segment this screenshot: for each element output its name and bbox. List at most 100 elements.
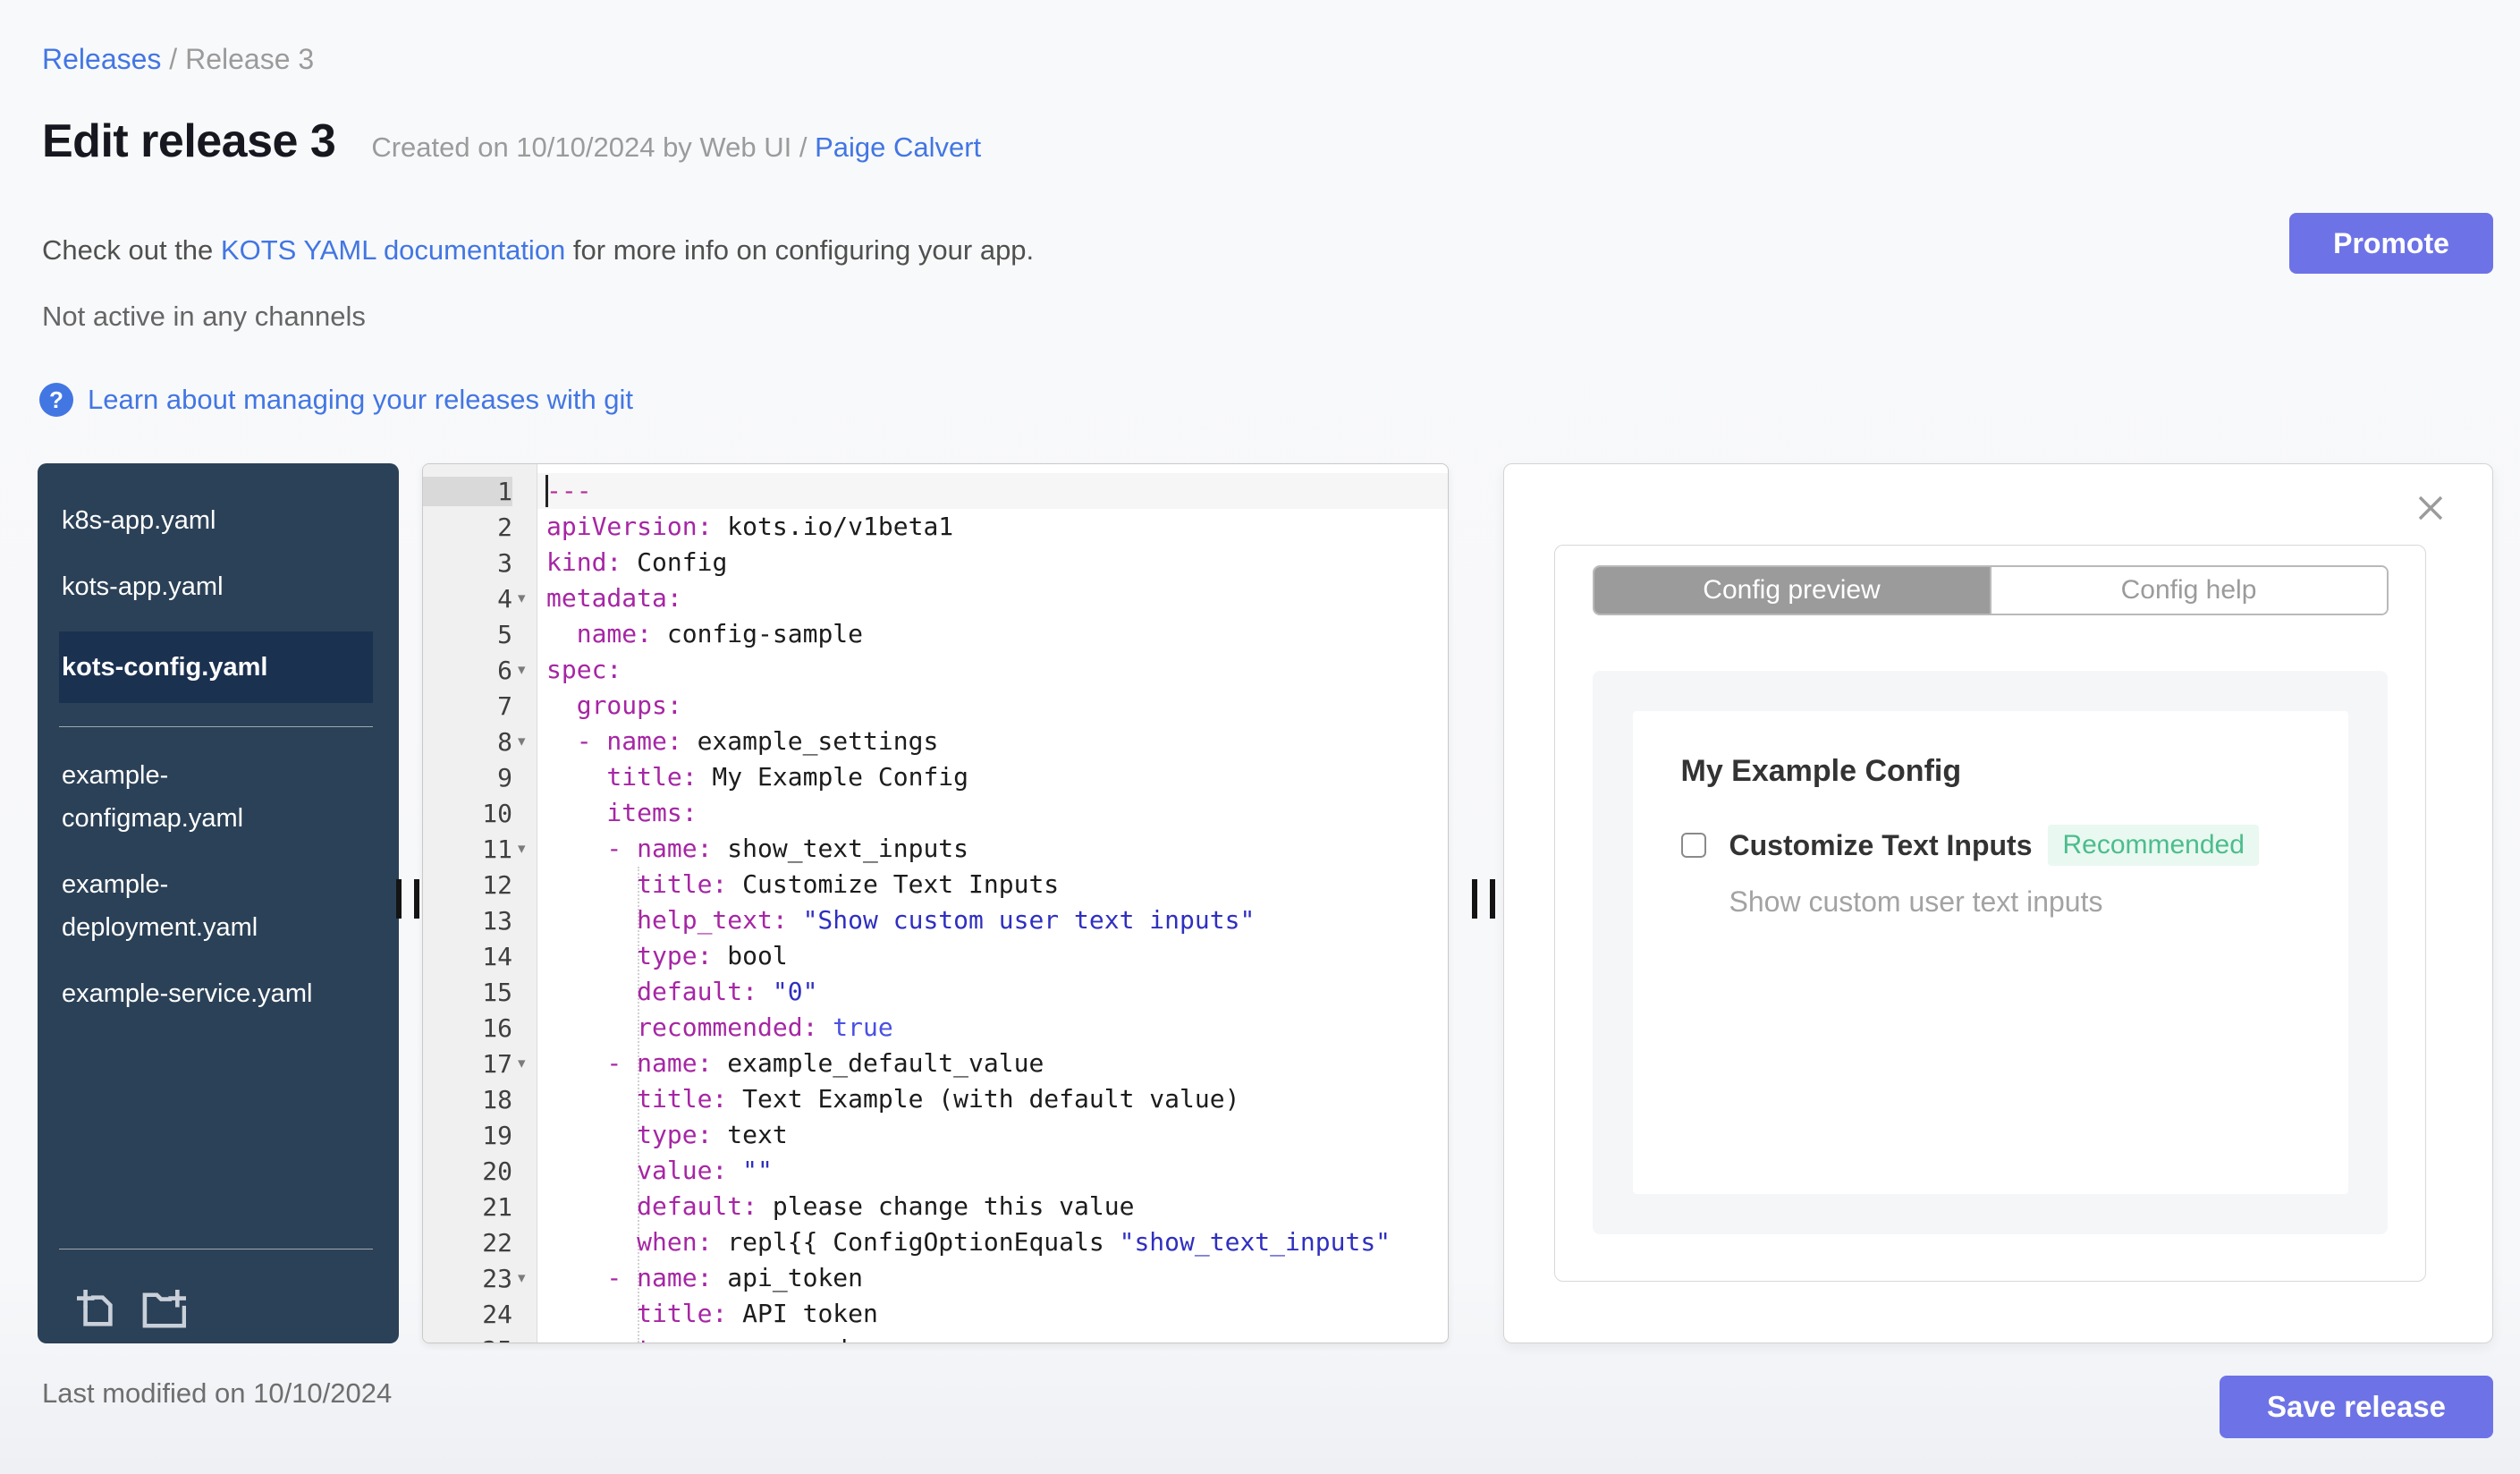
sidebar-bottom-divider bbox=[59, 1249, 373, 1250]
git-help-label: Learn about managing your releases with … bbox=[88, 384, 634, 415]
line-number: 10 bbox=[482, 798, 512, 828]
code-text: title: Customize Text Inputs bbox=[546, 869, 1060, 899]
customize-text-inputs-checkbox[interactable] bbox=[1680, 833, 1706, 858]
code-line-17: 17 ▾ - name: example_default_value bbox=[423, 1046, 1448, 1081]
config-preview-panel: Config preview Config help My Example Co… bbox=[1503, 463, 2493, 1343]
doc-suffix: for more info on configuring your app. bbox=[565, 234, 1035, 266]
new-folder-icon[interactable] bbox=[141, 1290, 186, 1331]
code-line-24: 24 title: API token bbox=[423, 1296, 1448, 1332]
code-text: kind: Config bbox=[546, 547, 728, 577]
code-line-15: 15 default: "0" bbox=[423, 974, 1448, 1010]
code-text: metadata: bbox=[546, 583, 682, 613]
git-help-link[interactable]: ? Learn about managing your releases wit… bbox=[39, 383, 633, 417]
promote-button[interactable]: Promote bbox=[2289, 213, 2493, 274]
fold-arrow-icon[interactable]: ▾ bbox=[512, 1269, 537, 1287]
code-line-9: 9 title: My Example Config bbox=[423, 759, 1448, 795]
line-number: 18 bbox=[482, 1084, 512, 1114]
save-release-button[interactable]: Save release bbox=[2220, 1376, 2493, 1438]
config-item-help-text: Show custom user text inputs bbox=[1729, 885, 2103, 918]
file-list: k8s-app.yaml kots-app.yaml kots-config.yam… bbox=[38, 499, 399, 1015]
created-text: Created on 10/10/2024 by Web UI / bbox=[371, 131, 816, 163]
fold-arrow-icon[interactable]: ▾ bbox=[512, 1055, 537, 1072]
author-link[interactable]: Paige Calvert bbox=[815, 131, 981, 163]
code-text: title: API token bbox=[546, 1299, 878, 1328]
code-line-12: 12 title: Customize Text Inputs bbox=[423, 867, 1448, 902]
code-line-14: 14 type: bool bbox=[423, 938, 1448, 974]
line-number: 19 bbox=[482, 1120, 512, 1150]
kots-yaml-doc-link[interactable]: KOTS YAML documentation bbox=[221, 234, 565, 266]
doc-prefix: Check out the bbox=[42, 234, 221, 266]
code-text: recommended: true bbox=[546, 1012, 893, 1042]
code-text: title: Text Example (with default value) bbox=[546, 1084, 1240, 1114]
line-number: 12 bbox=[482, 869, 512, 900]
file-tab-kots-config.yaml[interactable]: kots-config.yaml bbox=[59, 631, 373, 703]
code-text: - name: show_text_inputs bbox=[546, 834, 969, 863]
code-line-13: 13 help_text: "Show custom user text inp… bbox=[423, 902, 1448, 938]
line-number: 24 bbox=[482, 1299, 512, 1329]
code-text: - name: api_token bbox=[546, 1263, 864, 1292]
code-text: - name: example_default_value bbox=[546, 1048, 1044, 1078]
line-number: 7 bbox=[497, 690, 512, 721]
sidebar-actions bbox=[77, 1290, 186, 1331]
config-item-row: Customize Text Inputs Recommended bbox=[1680, 825, 2300, 866]
code-text: when: repl{{ ConfigOptionEquals "show_te… bbox=[546, 1227, 1391, 1257]
code-line-7: 7 groups: bbox=[423, 688, 1448, 724]
code-line-19: 19 type: text bbox=[423, 1117, 1448, 1153]
code-text: type: password bbox=[537, 1332, 1448, 1343]
line-number: 20 bbox=[482, 1156, 512, 1186]
close-icon[interactable] bbox=[2414, 491, 2448, 525]
code-line-2: 2 apiVersion: kots.io/v1beta1 bbox=[423, 509, 1448, 545]
code-text: - name: example_settings bbox=[546, 726, 939, 756]
file-tab-example-configmap.yaml[interactable]: example-configmap.yaml bbox=[38, 754, 399, 840]
code-text: groups: bbox=[546, 690, 682, 720]
code-line-22: 22 when: repl{{ ConfigOptionEquals "show… bbox=[423, 1224, 1448, 1260]
page-title: Edit release 3 bbox=[42, 115, 336, 167]
title-row: Edit release 3 Created on 10/10/2024 by … bbox=[42, 114, 981, 168]
line-number: 14 bbox=[482, 941, 512, 971]
sidebar-editor-resize-handle[interactable] bbox=[396, 879, 419, 919]
fold-arrow-icon[interactable]: ▾ bbox=[512, 733, 537, 750]
breadcrumb: Releases / Release 3 bbox=[42, 43, 314, 76]
line-number: 4 bbox=[497, 583, 512, 614]
line-number: 2 bbox=[497, 512, 512, 542]
breadcrumb-releases-link[interactable]: Releases bbox=[42, 43, 161, 75]
line-number: 16 bbox=[482, 1012, 512, 1043]
code-line-16: 16 recommended: true bbox=[423, 1010, 1448, 1046]
code-text: type: text bbox=[546, 1120, 788, 1149]
config-group-card: My Example Config Customize Text Inputs … bbox=[1632, 711, 2348, 1194]
editor-preview-resize-handle[interactable] bbox=[1472, 879, 1495, 919]
sidebar-bottom bbox=[38, 1249, 399, 1343]
last-modified-text: Last modified on 10/10/2024 bbox=[42, 1377, 393, 1409]
question-mark-icon: ? bbox=[39, 383, 73, 417]
config-group-title: My Example Config bbox=[1680, 754, 1962, 788]
code-text: default: "0" bbox=[546, 977, 818, 1006]
tab-config-help[interactable]: Config help bbox=[1989, 567, 2387, 614]
code-line-1: 1 --- bbox=[423, 473, 1448, 509]
new-file-icon[interactable] bbox=[77, 1290, 118, 1331]
fold-arrow-icon[interactable]: ▾ bbox=[512, 661, 537, 679]
file-tab-kots-app.yaml[interactable]: kots-app.yaml bbox=[38, 565, 399, 608]
code-line-11: 11 ▾ - name: show_text_inputs bbox=[423, 831, 1448, 867]
line-number: 22 bbox=[482, 1227, 512, 1258]
tab-config-preview[interactable]: Config preview bbox=[1594, 567, 1990, 614]
config-preview-card: Config preview Config help My Example Co… bbox=[1554, 545, 2426, 1282]
code-line-6: 6 ▾ spec: bbox=[423, 652, 1448, 688]
fold-arrow-icon[interactable]: ▾ bbox=[512, 589, 537, 607]
line-number: 23 bbox=[482, 1263, 512, 1293]
code-text: name: config-sample bbox=[546, 619, 864, 648]
line-number: 5 bbox=[497, 619, 512, 649]
doc-line: Check out the KOTS YAML documentation fo… bbox=[42, 234, 1034, 267]
file-tab-k8s-app.yaml[interactable]: k8s-app.yaml bbox=[38, 499, 399, 542]
code-editor[interactable]: 1 --- 2 apiVersion: kots.io/v1beta1 3 kind: C… bbox=[422, 463, 1449, 1343]
editor-lines: 1 --- 2 apiVersion: kots.io/v1beta1 3 kind: C… bbox=[423, 473, 1448, 1343]
file-list-divider bbox=[59, 726, 373, 727]
file-tab-example-service.yaml[interactable]: example-service.yaml bbox=[38, 972, 399, 1015]
file-tab-example-deployment.yaml[interactable]: example-deployment.yaml bbox=[38, 863, 399, 949]
fold-arrow-icon[interactable]: ▾ bbox=[512, 840, 537, 858]
code-text: default: please change this value bbox=[546, 1191, 1135, 1221]
code-line-23: 23 ▾ - name: api_token bbox=[423, 1260, 1448, 1296]
line-number: 15 bbox=[482, 977, 512, 1007]
code-text: type: bool bbox=[546, 941, 788, 970]
code-text: --- bbox=[537, 473, 1448, 509]
code-text: help_text: "Show custom user text inputs… bbox=[546, 905, 1256, 935]
